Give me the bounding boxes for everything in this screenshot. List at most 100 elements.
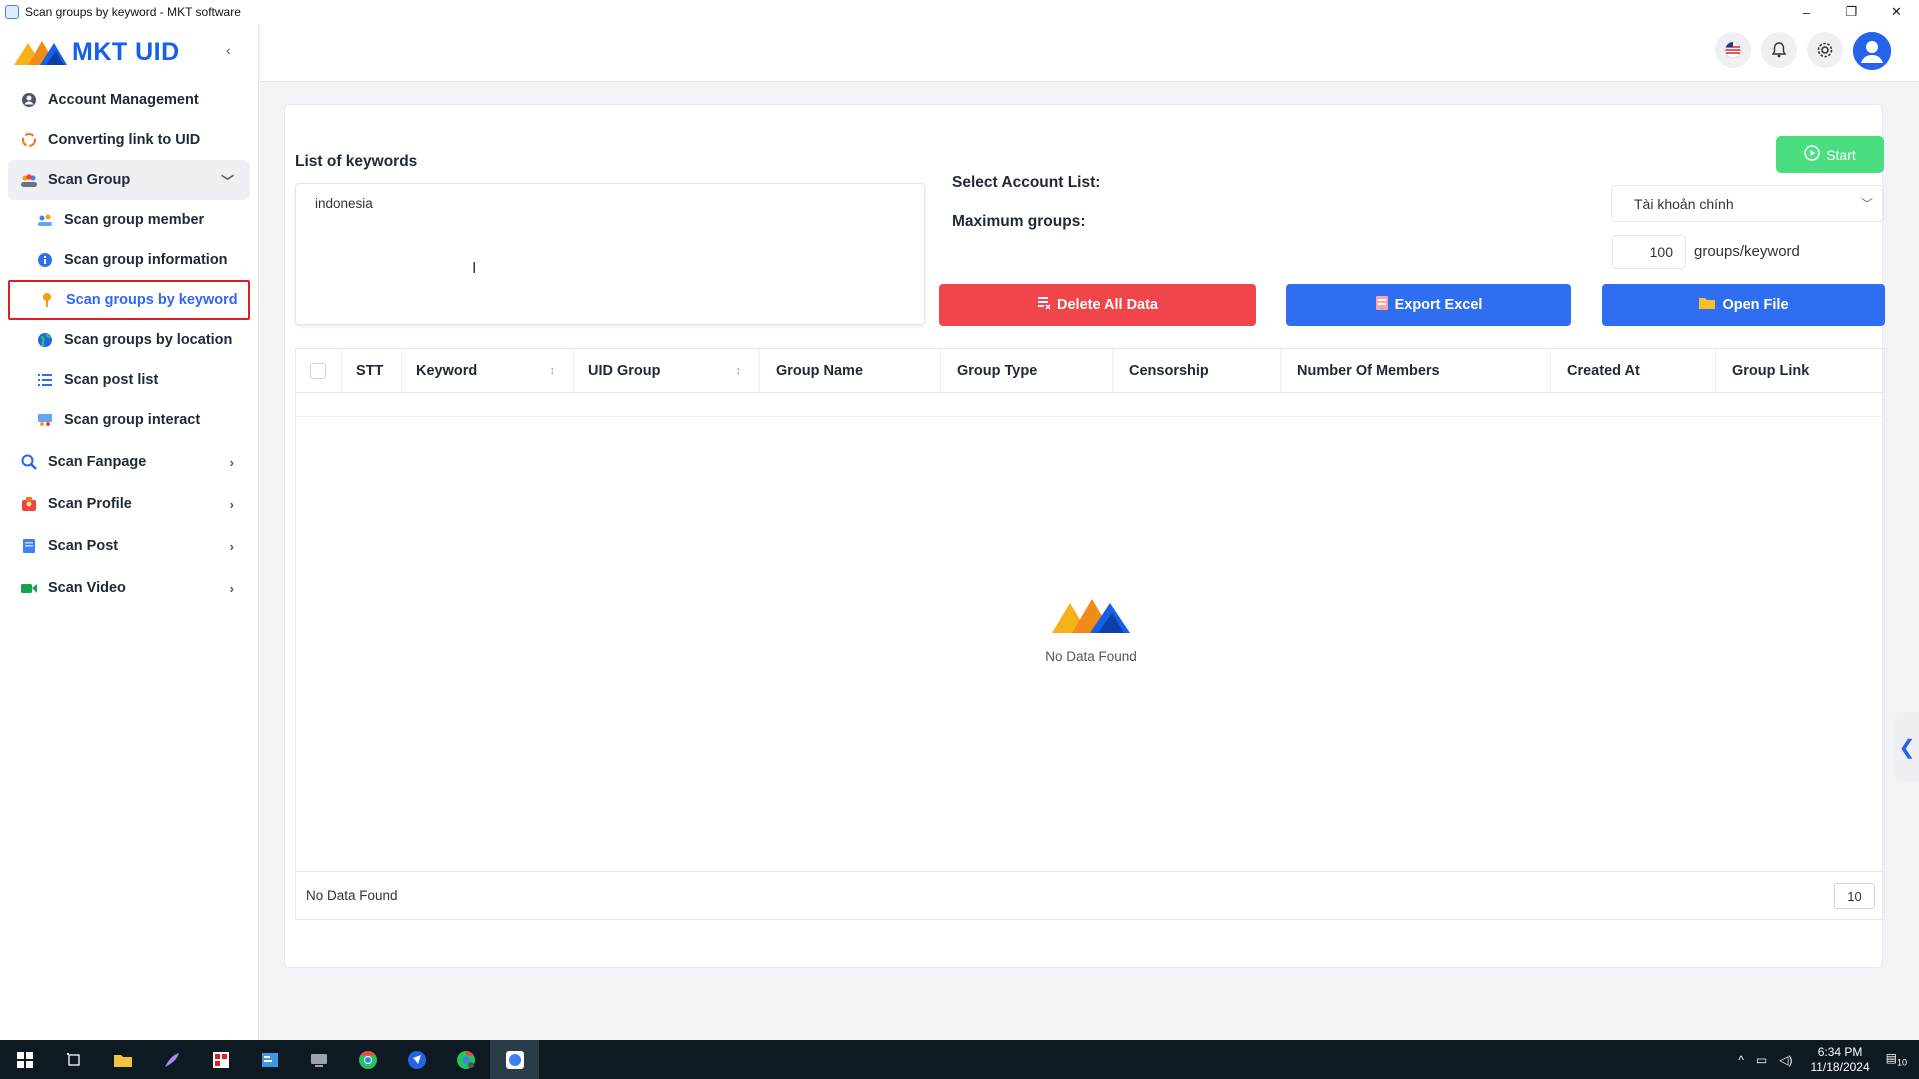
column-group-name[interactable]: Group Name (760, 348, 941, 393)
app-grid-icon[interactable] (196, 1040, 245, 1079)
keywords-textarea[interactable]: indonesia I (295, 183, 925, 325)
mkt-app-icon[interactable] (490, 1040, 539, 1079)
export-excel-button[interactable]: Export Excel (1286, 284, 1571, 326)
sidebar-item-label: Converting link to UID (48, 132, 201, 148)
sidebar-item-scan-groups-by-location[interactable]: Scan groups by location (8, 320, 250, 360)
task-view-icon[interactable] (49, 1040, 98, 1079)
sidebar-item-label: Scan post list (64, 372, 159, 388)
contacts-app-icon[interactable] (245, 1040, 294, 1079)
feather-app-icon[interactable] (147, 1040, 196, 1079)
file-explorer-icon[interactable] (98, 1040, 147, 1079)
zalo-icon[interactable] (392, 1040, 441, 1079)
sidebar-item-scan-video[interactable]: Scan Video › (8, 568, 250, 608)
network-app-icon[interactable] (294, 1040, 343, 1079)
volume-icon[interactable]: ◁) (1773, 1053, 1798, 1067)
column-censorship[interactable]: Censorship (1113, 348, 1281, 393)
tray-chevron-icon[interactable]: ^ (1732, 1053, 1750, 1067)
select-all-checkbox[interactable] (310, 362, 326, 379)
page-size-select[interactable]: 10 (1834, 883, 1875, 909)
top-header (260, 24, 1919, 82)
table-header: STT Keyword ↕ UID Group ↕ Group Name Gro… (296, 348, 1884, 393)
sidebar-item-converting-link[interactable]: Converting link to UID (8, 120, 250, 160)
sidebar-item-scan-group[interactable]: Scan Group ﹀ (8, 160, 250, 200)
windows-start-icon[interactable] (0, 1040, 49, 1079)
sidebar-item-scan-profile[interactable]: Scan Profile › (8, 484, 250, 524)
sidebar-item-label: Scan Video (48, 580, 126, 596)
sidebar-item-account-management[interactable]: Account Management (8, 80, 250, 120)
sort-icon[interactable]: ↕ (736, 365, 742, 377)
window-titlebar: Scan groups by keyword - MKT software – … (0, 0, 1919, 24)
sidebar-item-scan-post[interactable]: Scan Post › (8, 526, 250, 566)
delete-all-data-button[interactable]: Delete All Data (939, 284, 1256, 326)
clock-date: 11/18/2024 (1810, 1059, 1870, 1074)
sidebar-item-scan-group-member[interactable]: Scan group member (8, 200, 250, 240)
chrome-profile-icon[interactable] (441, 1040, 490, 1079)
account-select[interactable]: Tài khoản chính ﹀ (1611, 185, 1884, 222)
search-icon (20, 453, 38, 471)
video-icon (20, 579, 38, 597)
column-uid-group[interactable]: UID Group ↕ (574, 348, 760, 393)
windows-taskbar: ^ ▭ ◁) 6:34 PM 11/18/2024 ▤10 (0, 1040, 1919, 1079)
group-icon (20, 171, 38, 189)
empty-state-text: No Data Found (1045, 649, 1137, 664)
minimize-button[interactable]: – (1784, 0, 1829, 24)
logo: MKT UID (0, 24, 258, 80)
sidebar-item-scan-group-information[interactable]: Scan group information (8, 240, 250, 280)
main-card: List of keywords indonesia I Start Selec… (284, 104, 1885, 968)
sidebar-item-scan-groups-by-keyword[interactable]: Scan groups by keyword (8, 280, 250, 320)
column-group-link[interactable]: Group Link (1716, 349, 1884, 393)
empty-state: No Data Found (296, 595, 1886, 664)
start-button[interactable]: Start (1776, 136, 1884, 173)
start-label: Start (1826, 146, 1856, 163)
chrome-icon[interactable] (343, 1040, 392, 1079)
sidebar-item-scan-post-list[interactable]: Scan post list (8, 360, 250, 400)
delete-label: Delete All Data (1057, 297, 1158, 313)
results-table: STT Keyword ↕ UID Group ↕ Group Name Gro… (295, 348, 1885, 920)
logo-mark-icon (14, 41, 67, 65)
notification-bell-icon[interactable] (1761, 32, 1797, 68)
clock-time: 6:34 PM (1817, 1044, 1863, 1059)
language-flag-icon[interactable] (1715, 32, 1751, 68)
sidebar-item-label: Scan groups by keyword (66, 292, 238, 308)
key-icon (38, 291, 56, 309)
delete-icon (1037, 295, 1051, 315)
sidebar-item-label: Scan Fanpage (48, 454, 147, 470)
chevron-down-icon: ﹀ (1860, 197, 1873, 211)
folder-icon (1698, 296, 1716, 314)
sidebar-item-scan-fanpage[interactable]: Scan Fanpage › (8, 442, 250, 482)
column-keyword-label: Keyword (416, 362, 478, 379)
export-label: Export Excel (1394, 297, 1483, 313)
play-icon (1804, 145, 1820, 164)
column-group-type[interactable]: Group Type (941, 348, 1113, 393)
column-stt[interactable]: STT (342, 348, 402, 393)
chevron-right-icon: › (229, 454, 234, 470)
user-circle-icon (20, 91, 38, 109)
column-uid-group-label: UID Group (588, 362, 661, 379)
network-icon[interactable]: ▭ (1750, 1053, 1773, 1067)
clock[interactable]: 6:34 PM 11/18/2024 (1798, 1045, 1881, 1075)
interact-icon (36, 411, 54, 429)
column-number-of-members[interactable]: Number Of Members (1281, 348, 1551, 393)
max-groups-unit: groups/keyword (1694, 243, 1800, 260)
column-keyword[interactable]: Keyword ↕ (402, 348, 574, 393)
sidebar-nav: Account Management Converting link to UI… (0, 80, 258, 608)
sidebar-item-label: Scan Profile (48, 496, 132, 512)
empty-logo-icon (1052, 599, 1130, 633)
text-cursor-icon: I (472, 260, 477, 277)
footer-status: No Data Found (306, 888, 398, 903)
collapse-sidebar-icon[interactable]: ‹ (226, 42, 231, 58)
header-spacer-row (296, 393, 1884, 417)
sort-icon[interactable]: ↕ (550, 365, 556, 377)
gear-icon[interactable] (1807, 32, 1843, 68)
max-groups-input[interactable]: 100 (1612, 235, 1686, 269)
notification-center-icon[interactable]: ▤10 (1882, 1051, 1919, 1067)
sidebar-item-label: Scan group information (64, 252, 228, 268)
avatar[interactable] (1853, 32, 1891, 70)
column-created-at[interactable]: Created At (1551, 348, 1716, 393)
sidebar-item-scan-group-interact[interactable]: Scan group interact (8, 400, 250, 440)
restore-button[interactable]: ❐ (1829, 0, 1874, 24)
open-file-button[interactable]: Open File (1602, 284, 1885, 326)
sidebar-item-label: Scan groups by location (64, 332, 233, 348)
expand-panel-icon[interactable]: ❮ (1895, 712, 1919, 782)
close-button[interactable]: ✕ (1874, 0, 1919, 24)
